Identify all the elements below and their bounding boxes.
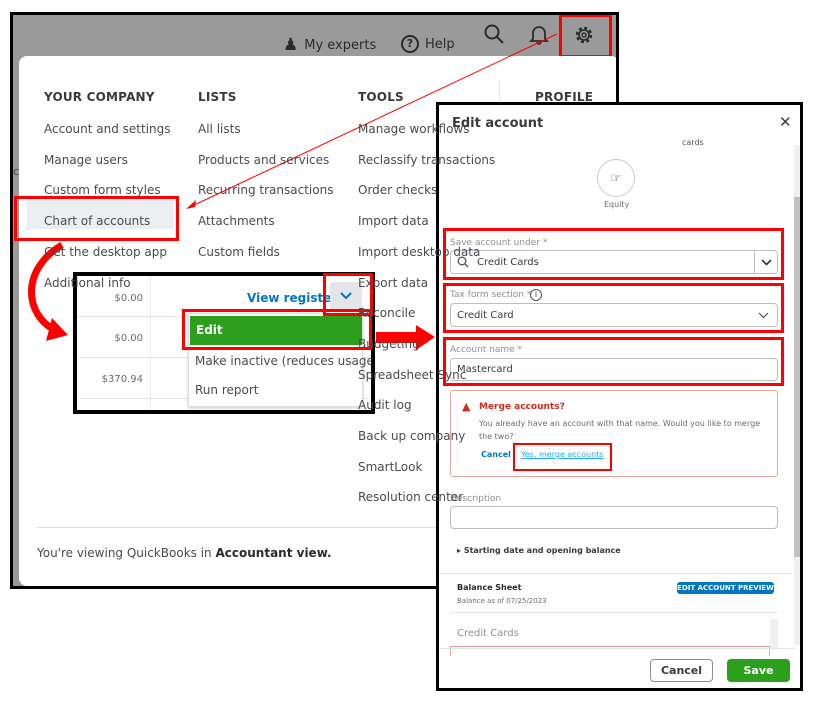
type-label: Equity [604, 200, 630, 209]
menu-item-all-lists[interactable]: All lists [198, 122, 241, 136]
type-caption: cards [682, 138, 704, 147]
lists-heading: LISTS [198, 90, 237, 104]
merge-link-highlight [513, 443, 612, 471]
tools-heading: TOOLS [358, 90, 404, 104]
gear-highlight [559, 15, 612, 58]
menu-item-custom-fields[interactable]: Custom fields [198, 245, 280, 259]
balance-sheet-heading: Balance Sheet [457, 583, 522, 592]
menu-item-back-up-company[interactable]: Back up company [358, 429, 465, 443]
balance-amount: $0.00 [114, 333, 143, 344]
cancel-button[interactable]: Cancel [650, 659, 713, 682]
run-report-menu-item[interactable]: Run report [195, 383, 258, 397]
account-name-highlight [443, 337, 784, 386]
person-icon: ♟ [283, 35, 299, 55]
starting-balance-toggle[interactable]: ▸ Starting date and opening balance [457, 546, 621, 555]
save-under-highlight [443, 228, 784, 280]
balance-amount: $370.94 [101, 374, 143, 385]
menu-item-custom-form-styles[interactable]: Custom form styles [44, 183, 161, 197]
balance-date: Balance as of 07/25/2023 [457, 597, 547, 605]
search-icon[interactable] [483, 23, 505, 49]
menu-item-order-checks[interactable]: Order checks [358, 183, 437, 197]
menu-item-audit-log[interactable]: Audit log [358, 398, 412, 412]
my-experts-button[interactable]: ♟ My experts [283, 35, 376, 55]
merge-title: Merge accounts? [479, 402, 565, 412]
save-button[interactable]: Save [727, 659, 790, 682]
help-button[interactable]: ? Help [401, 35, 455, 53]
menu-item-budgeting[interactable]: Budgeting [358, 337, 420, 351]
menu-item-reclassify-transactions[interactable]: Reclassify transactions [358, 153, 495, 167]
close-icon[interactable]: ✕ [779, 113, 792, 131]
your-company-heading: YOUR COMPANY [44, 90, 155, 104]
menu-item-get-the-desktop-app[interactable]: Get the desktop app [44, 245, 167, 259]
merge-cancel-link[interactable]: Cancel [481, 450, 511, 459]
edit-highlight [182, 309, 372, 350]
menu-item-account-and-settings[interactable]: Account and settings [44, 122, 171, 136]
menu-item-export-data[interactable]: Export data [358, 276, 428, 290]
balance-amount: $0.00 [114, 293, 143, 304]
warning-icon: ▲ [462, 400, 471, 413]
divider [37, 527, 497, 528]
description-input[interactable] [450, 506, 778, 529]
menu-item-spreadsheet-sync[interactable]: Spreadsheet Sync [358, 368, 466, 382]
menu-item-additional-info[interactable]: Additional info [44, 276, 131, 290]
preview-scrollbar[interactable] [770, 619, 778, 649]
equity-icon: ☞ [597, 159, 635, 197]
menu-item-manage-workflows[interactable]: Manage workflows [358, 122, 470, 136]
menu-item-products-and-services[interactable]: Products and services [198, 153, 329, 167]
make-inactive-menu-item[interactable]: Make inactive (reduces usage) [195, 354, 371, 368]
merge-accounts-alert: ▲ Merge accounts? You already have an ac… [450, 390, 778, 477]
menu-item-reconcile[interactable]: Reconcile [358, 306, 415, 320]
menu-item-import-desktop-data[interactable]: Import desktop data [358, 245, 480, 259]
preview-credit-cards: Credit Cards [457, 628, 519, 639]
bell-icon[interactable] [528, 23, 550, 49]
menu-item-smartlook[interactable]: SmartLook [358, 460, 422, 474]
menu-item-resolution-center[interactable]: Resolution center [358, 490, 463, 504]
help-icon: ? [401, 35, 419, 53]
menu-item-import-data[interactable]: Import data [358, 214, 429, 228]
view-mode-text: You're viewing QuickBooks in Accountant … [37, 546, 332, 560]
merge-message: You already have an account with that na… [479, 419, 761, 441]
menu-item-chart-of-accounts[interactable]: Chart of accounts [44, 214, 150, 228]
menu-item-attachments[interactable]: Attachments [198, 214, 275, 228]
menu-item-manage-users[interactable]: Manage users [44, 153, 128, 167]
menu-item-recurring-transactions[interactable]: Recurring transactions [198, 183, 333, 197]
edit-account-dialog: Edit account ✕ cards ☞ Equity Save accou… [436, 102, 803, 691]
edit-account-preview-badge: EDIT ACCOUNT PREVIEW [677, 582, 774, 594]
dialog-scrollbar[interactable] [794, 145, 800, 645]
tax-form-highlight [443, 283, 784, 333]
